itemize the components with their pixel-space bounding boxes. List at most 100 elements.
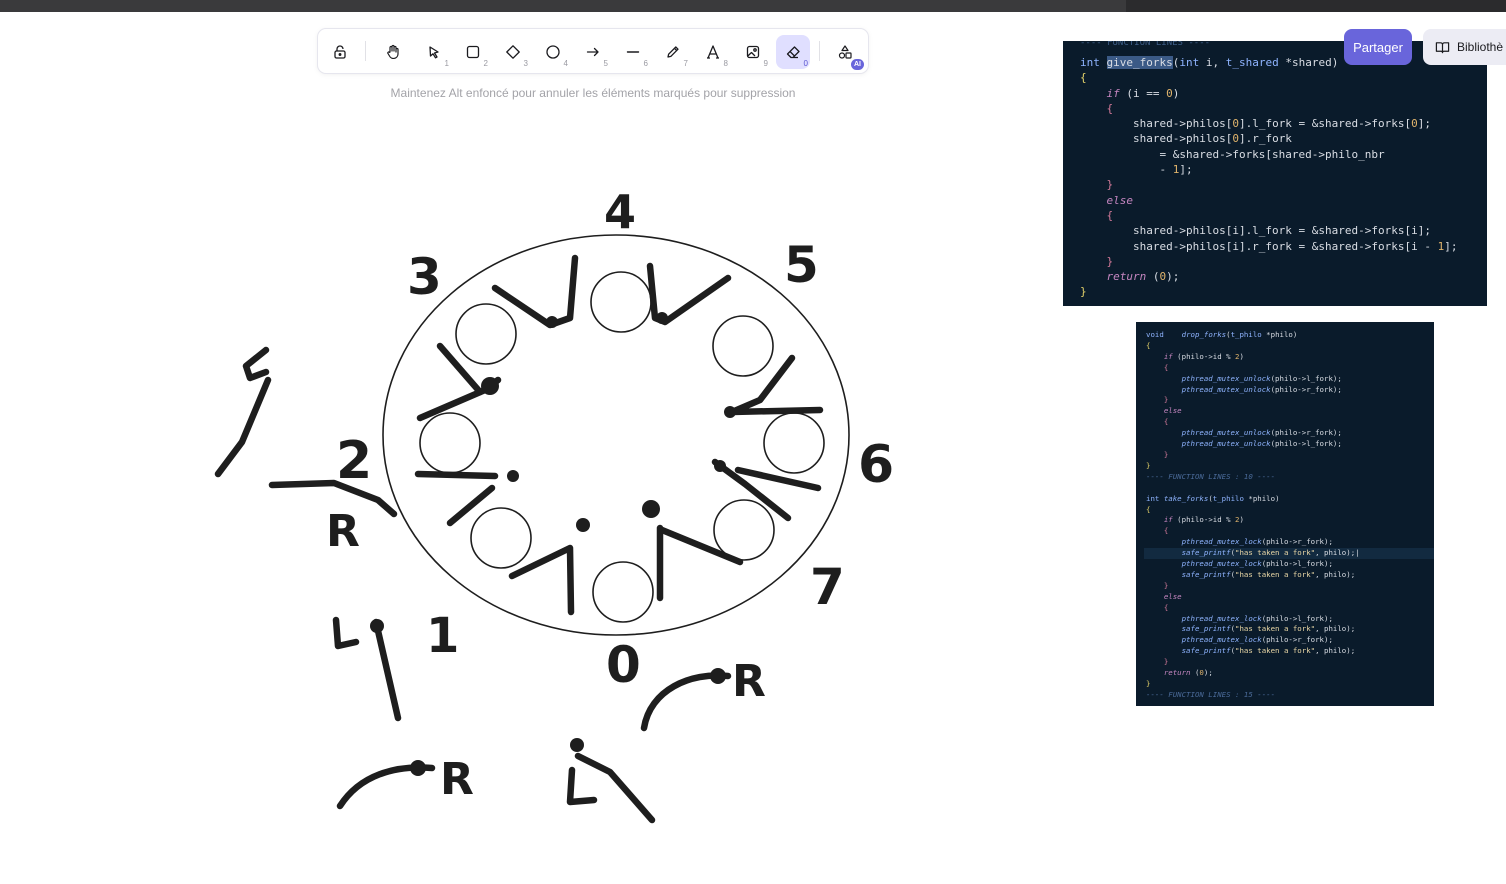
fork-stroke[interactable] bbox=[491, 254, 579, 329]
code-line: shared->philos[0].r_fork bbox=[1080, 132, 1292, 146]
rectangle-tool-button[interactable]: 2 bbox=[456, 35, 490, 69]
code-line: } bbox=[1163, 395, 1169, 405]
code-line: - 1]; bbox=[1080, 163, 1193, 177]
code-line: } bbox=[1163, 657, 1169, 667]
lock-icon bbox=[334, 45, 346, 59]
pencil-icon bbox=[667, 46, 679, 58]
ellipse-icon bbox=[546, 45, 560, 59]
fork-dot[interactable] bbox=[576, 518, 590, 532]
fork-dot[interactable] bbox=[507, 470, 519, 482]
eraser-hint: Maintenez Alt enfoncé pour annuler les é… bbox=[390, 86, 796, 100]
fork-stroke[interactable] bbox=[728, 354, 824, 416]
code-line: = &shared->forks[shared->philo_nbr bbox=[1080, 147, 1385, 161]
fork-stroke[interactable] bbox=[508, 544, 575, 616]
code-line: pthread_mutex_lock(philo->r_fork); bbox=[1181, 635, 1333, 645]
code-line: { bbox=[1163, 602, 1169, 612]
line-icon bbox=[626, 51, 640, 53]
label-number[interactable]: 6 bbox=[858, 435, 894, 495]
label-number[interactable]: 3 bbox=[407, 248, 442, 306]
label-letter[interactable]: R bbox=[440, 754, 474, 805]
code-line: } bbox=[1106, 178, 1114, 192]
select-tool-button[interactable]: 1 bbox=[417, 35, 451, 69]
hand-icon bbox=[387, 44, 399, 60]
fork-stroke[interactable] bbox=[372, 618, 402, 722]
book-icon bbox=[1435, 41, 1450, 53]
fork-stroke[interactable] bbox=[242, 346, 270, 382]
code-line: { bbox=[1146, 340, 1151, 350]
shortcut-number: 6 bbox=[643, 59, 648, 68]
library-button[interactable]: Bibliothè bbox=[1423, 29, 1506, 65]
fork-dot[interactable] bbox=[410, 760, 426, 776]
diamond-tool-button[interactable]: 3 bbox=[496, 35, 530, 69]
fork-dot[interactable] bbox=[656, 312, 668, 324]
code-line: if (philo->id % 2) bbox=[1163, 351, 1244, 361]
shortcut-number: 3 bbox=[523, 59, 528, 68]
label-number[interactable]: 0 bbox=[606, 636, 641, 694]
label-letter[interactable]: R bbox=[326, 506, 360, 557]
code-line: } bbox=[1163, 449, 1169, 459]
plate-circle[interactable] bbox=[455, 303, 517, 365]
fork-dot[interactable] bbox=[714, 460, 726, 472]
hand-tool-button[interactable] bbox=[376, 35, 410, 69]
code-line: pthread_mutex_lock(philo->r_fork); bbox=[1181, 537, 1333, 547]
fork-dot[interactable] bbox=[481, 377, 499, 395]
handwritten-4[interactable] bbox=[332, 616, 360, 650]
plate-circle[interactable] bbox=[590, 271, 652, 333]
label-number[interactable]: 2 bbox=[336, 431, 372, 491]
table-circle[interactable] bbox=[382, 234, 850, 636]
fork-dot[interactable] bbox=[570, 738, 584, 752]
fork-stroke[interactable] bbox=[566, 766, 598, 806]
fork-dot[interactable] bbox=[546, 316, 558, 328]
label-letter[interactable]: R bbox=[732, 656, 766, 707]
plate-circle[interactable] bbox=[713, 499, 775, 561]
share-button[interactable]: Partager bbox=[1344, 29, 1412, 65]
code-line: else bbox=[1163, 406, 1182, 416]
fork-dot[interactable] bbox=[642, 500, 660, 518]
image-tool-button[interactable]: 9 bbox=[736, 35, 770, 69]
fork-stroke[interactable] bbox=[574, 752, 656, 824]
plate-circle[interactable] bbox=[712, 315, 774, 377]
fork-stroke[interactable] bbox=[446, 484, 496, 527]
code-line: { bbox=[1163, 417, 1169, 427]
shortcut-number: 1 bbox=[444, 59, 449, 68]
code-image-forks-functions[interactable]: void drop_forks(t_philo *philo){ if (phi… bbox=[1136, 322, 1434, 706]
arrow-tool-button[interactable]: 5 bbox=[576, 35, 610, 69]
shortcut-number: 0 bbox=[803, 59, 808, 68]
text-tool-button[interactable]: 8 bbox=[696, 35, 730, 69]
line-tool-button[interactable]: 6 bbox=[616, 35, 650, 69]
code-line: pthread_mutex_lock(philo->l_fork); bbox=[1181, 559, 1333, 569]
fork-stroke[interactable] bbox=[214, 376, 272, 478]
fork-dot[interactable] bbox=[710, 668, 726, 684]
plate-circle[interactable] bbox=[763, 412, 825, 474]
plate-circle[interactable] bbox=[592, 561, 654, 623]
fork-stroke[interactable] bbox=[436, 342, 484, 396]
label-number[interactable]: 1 bbox=[426, 608, 459, 664]
drawing-canvas[interactable]: 4 3 5 2 6 7 1 0 R R R bbox=[0, 0, 1060, 884]
cursor-icon bbox=[429, 46, 439, 59]
code-line: pthread_mutex_unlock(philo->l_fork); bbox=[1181, 373, 1342, 383]
code-line: return (0); bbox=[1163, 668, 1213, 678]
draw-tool-button[interactable]: 7 bbox=[656, 35, 690, 69]
lock-button[interactable] bbox=[323, 35, 357, 69]
ellipse-tool-button[interactable]: 4 bbox=[536, 35, 570, 69]
label-number[interactable]: 4 bbox=[604, 185, 636, 239]
eraser-icon bbox=[786, 46, 800, 59]
code-line: } bbox=[1080, 285, 1087, 299]
code-line: { bbox=[1106, 101, 1114, 115]
fork-dot[interactable] bbox=[724, 406, 736, 418]
eraser-tool-button[interactable]: 0 bbox=[776, 35, 810, 69]
code-image-give-forks[interactable]: ---- FUNCTION LINES ---- int give_forks(i… bbox=[1063, 41, 1487, 306]
label-number[interactable]: 7 bbox=[810, 558, 845, 616]
code-line: } bbox=[1106, 254, 1114, 268]
plate-circle[interactable] bbox=[419, 412, 481, 474]
code-line: pthread_mutex_unlock(philo->l_fork); bbox=[1181, 439, 1342, 449]
fork-stroke[interactable] bbox=[658, 526, 744, 566]
fork-stroke[interactable] bbox=[414, 470, 499, 480]
plate-circle[interactable] bbox=[470, 507, 532, 569]
label-number[interactable]: 5 bbox=[784, 236, 819, 294]
fork-dot[interactable] bbox=[370, 619, 384, 633]
shapes-ai-button[interactable]: AI bbox=[828, 35, 864, 70]
code-line: pthread_mutex_unlock(philo->r_fork); bbox=[1181, 428, 1342, 438]
code-line: } bbox=[1146, 460, 1151, 470]
